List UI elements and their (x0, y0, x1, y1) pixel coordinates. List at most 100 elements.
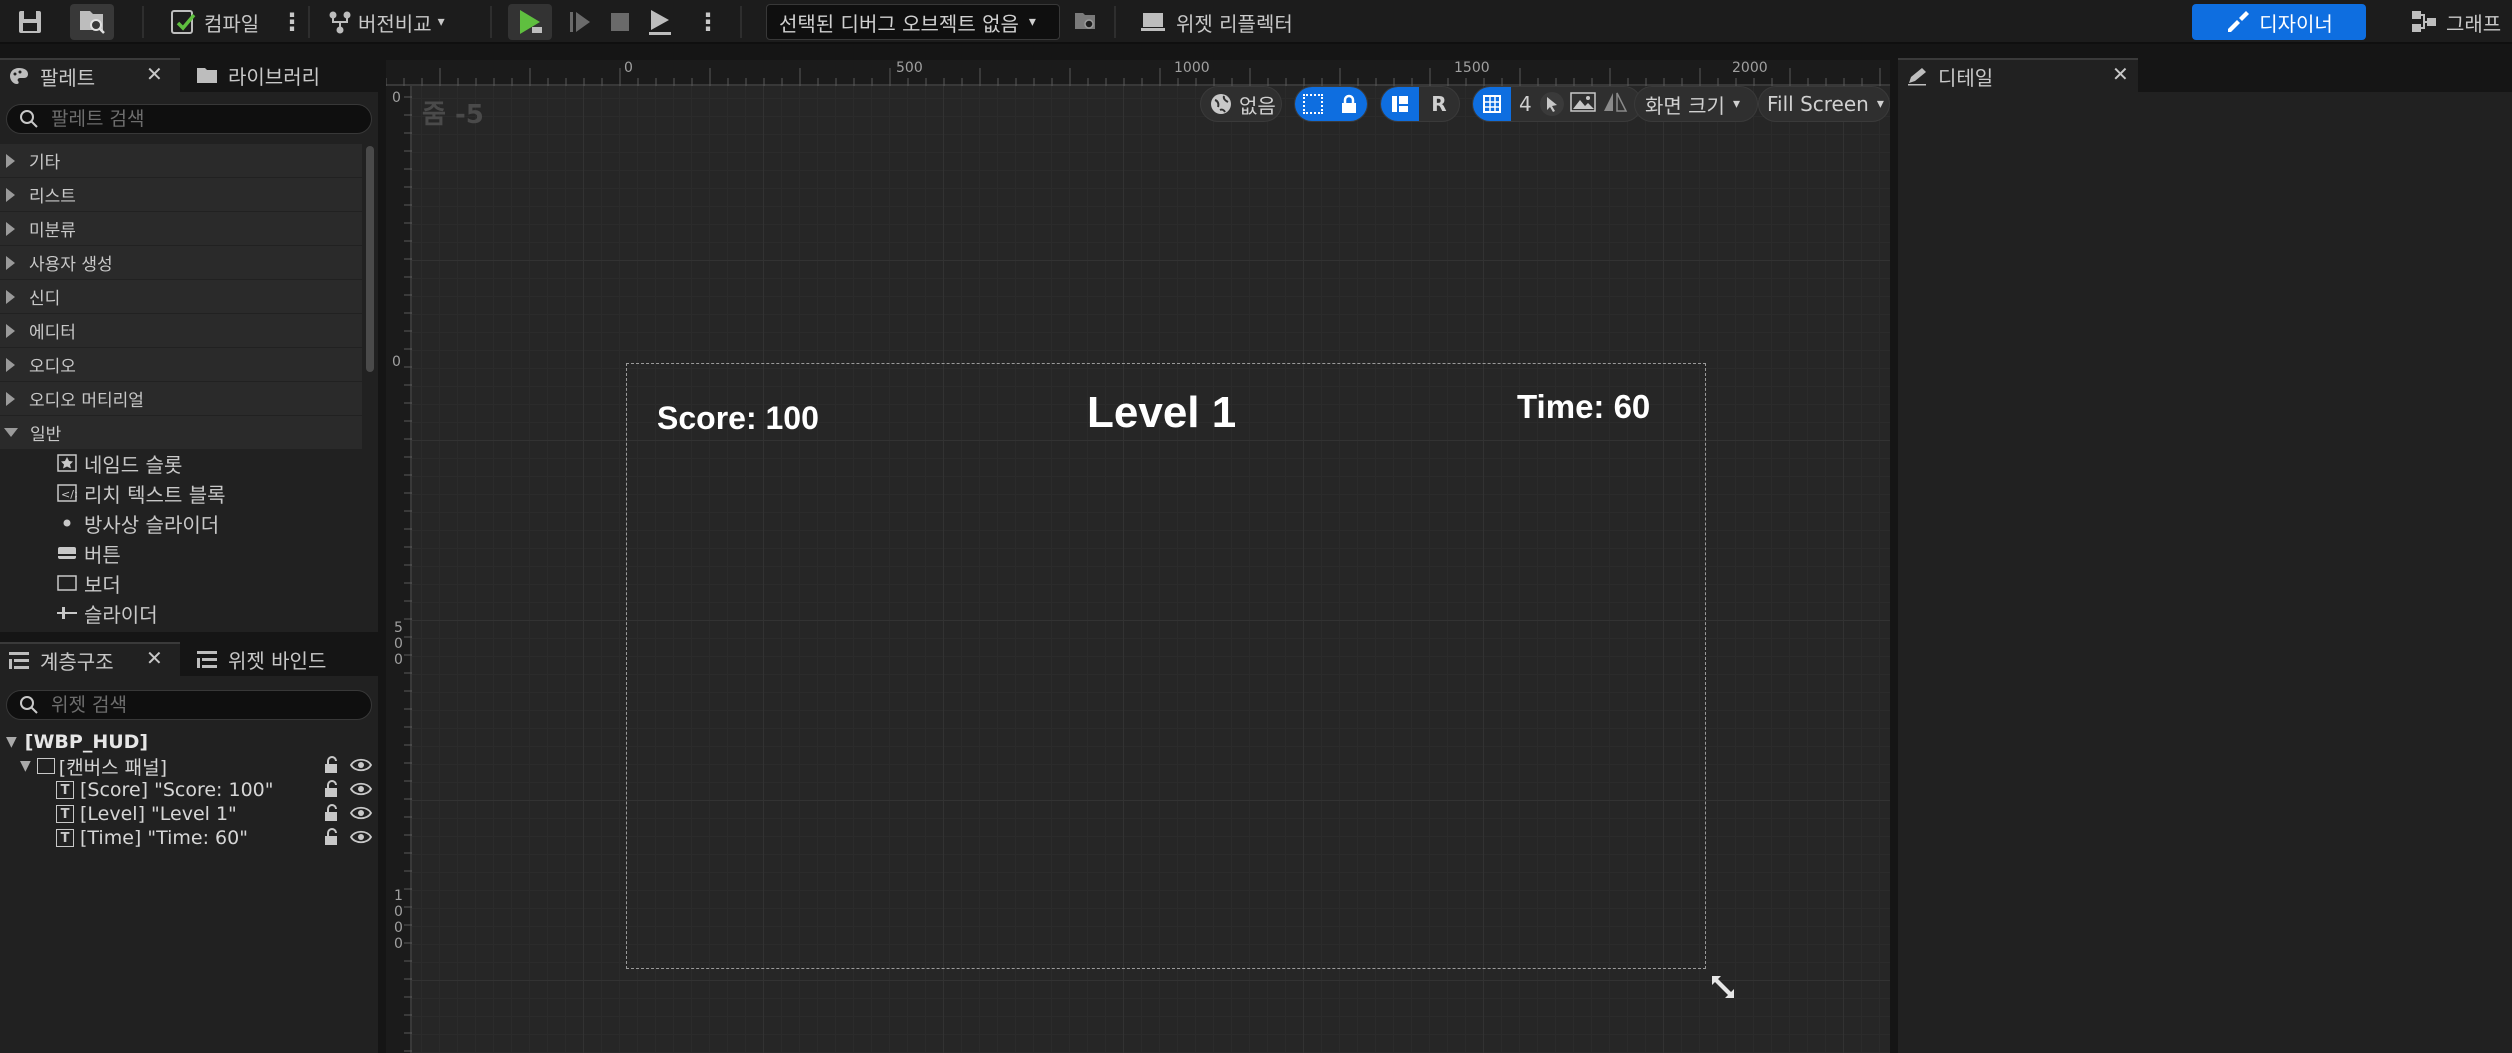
grid-snap-group[interactable]: 4 (1472, 86, 1642, 122)
save-icon[interactable] (14, 6, 46, 38)
diff-icon (329, 11, 351, 34)
browse-asset-icon[interactable] (70, 4, 114, 40)
widget-search-field[interactable] (6, 690, 372, 720)
lock-icon[interactable] (322, 780, 340, 802)
palette-category[interactable]: 미분류 (0, 212, 362, 245)
tab-bindings[interactable]: 위젯 바인드 (188, 642, 378, 676)
chevron-down-icon: ▾ (437, 14, 445, 30)
cursor-icon[interactable] (1539, 92, 1564, 116)
palette-category[interactable]: 일반 (0, 416, 362, 449)
graph-mode-button[interactable]: 그래프 (2410, 0, 2501, 44)
details-tab-label: 디테일 (1938, 65, 1994, 90)
slider-widget-icon (56, 604, 78, 622)
lock-icon[interactable] (322, 756, 340, 778)
resize-handle-icon[interactable] (1708, 972, 1738, 1006)
tree-row-time[interactable]: T [Time] "Time: 60" (56, 826, 248, 850)
widget-search-input[interactable] (51, 694, 371, 716)
palette-item-slider[interactable]: 슬라이더 (56, 598, 158, 628)
eject-play-icon[interactable] (642, 6, 680, 38)
category-label: 오디오 머티리얼 (29, 391, 144, 411)
widget-reflector-label: 위젯 리플렉터 (1176, 11, 1293, 36)
play-options-icon[interactable]: ⋮ (696, 0, 720, 44)
palette-item-border[interactable]: 보더 (56, 568, 121, 598)
palette-item-named-slot[interactable]: 네임드 슬롯 (56, 448, 182, 478)
grid-snap-icon (1473, 87, 1511, 121)
root-label: [WBP_HUD] (24, 731, 149, 753)
tree-row-level[interactable]: T [Level] "Level 1" (56, 802, 237, 826)
item-label: 네임드 슬롯 (84, 452, 183, 477)
folder-icon (197, 68, 217, 83)
r-toggle[interactable]: R (1419, 92, 1459, 116)
close-icon[interactable]: ✕ (146, 62, 163, 86)
palette-search-field[interactable] (6, 104, 372, 134)
tab-details[interactable]: 디테일 (1898, 58, 2138, 92)
hierarchy-icon (9, 652, 29, 669)
palette-category[interactable]: 사용자 생성 (0, 246, 362, 279)
layout-toggle-group[interactable]: R (1380, 86, 1460, 122)
tree-row-score[interactable]: T [Score] "Score: 100" (56, 778, 273, 802)
play-button[interactable] (508, 4, 552, 40)
visibility-eye-icon[interactable] (349, 756, 373, 778)
palette-category[interactable]: 신디 (0, 280, 362, 313)
hud-canvas-bounds[interactable]: Score: 100 Level 1 Time: 60 (626, 363, 1706, 969)
score-text[interactable]: Score: 100 (657, 400, 819, 437)
category-label: 신디 (29, 289, 61, 309)
tab-library[interactable]: 라이브러리 (188, 58, 378, 92)
debug-browse-icon[interactable] (1068, 6, 1102, 38)
graph-icon (2412, 11, 2436, 32)
palette-item-rich-text-block[interactable]: </> 리치 텍스트 블록 (56, 478, 226, 508)
text-widget-icon: T (56, 829, 74, 847)
visibility-eye-icon[interactable] (349, 828, 373, 850)
tree-root[interactable]: ▼ [WBP_HUD] (6, 730, 148, 754)
tree-canvas-panel[interactable]: ▼ [캔버스 패널] (20, 754, 167, 779)
compile-button[interactable]: 컴파일 (168, 0, 259, 44)
palette-item-radial-slider[interactable]: 방사상 슬라이더 (56, 508, 219, 538)
palette-category[interactable]: 기타 (0, 144, 362, 177)
row-label: [Level] "Level 1" (80, 803, 237, 825)
collapse-arrow-icon: ▼ (20, 758, 31, 774)
level-text[interactable]: Level 1 (1087, 388, 1236, 438)
screen-size-dropdown[interactable]: 화면 크기 ▾ (1634, 86, 1758, 122)
panel-divider[interactable] (1890, 44, 1898, 1053)
visibility-eye-icon[interactable] (349, 804, 373, 826)
palette-category[interactable]: 오디오 머티리얼 (0, 382, 362, 415)
diff-label: 버전비교 (358, 11, 432, 36)
visibility-eye-icon[interactable] (349, 780, 373, 802)
compile-options-icon[interactable]: ⋮ (280, 0, 304, 44)
row-label: [Time] "Time: 60" (80, 827, 248, 849)
palette-scrollbar[interactable] (366, 146, 374, 372)
play-icon (520, 10, 542, 34)
compile-check-icon (171, 10, 196, 34)
vertical-ruler: 0 0 5 0 0 1 0 0 0 (386, 86, 412, 1053)
palette-category[interactable]: 에디터 (0, 314, 362, 347)
category-label: 미분류 (29, 221, 76, 241)
fill-mode-dropdown[interactable]: Fill Screen ▾ (1758, 86, 1890, 122)
palette-search-input[interactable] (51, 108, 371, 130)
palette-category[interactable]: 리스트 (0, 178, 362, 211)
designer-canvas[interactable]: 줌 -5 없음 R 4 화면 크기 ▾ Fill Screen ▾ Score:… (412, 86, 1890, 1053)
advance-frame-icon[interactable] (560, 6, 598, 38)
lock-icon[interactable] (322, 804, 340, 826)
lock-icon[interactable] (322, 828, 340, 850)
ruler-label: 5 0 0 (394, 620, 403, 668)
time-text[interactable]: Time: 60 (1517, 388, 1650, 426)
close-icon[interactable]: ✕ (146, 646, 163, 670)
world-selector[interactable]: 없음 (1200, 86, 1282, 122)
palette-tabbar: 팔레트 ✕ 라이브러리 (0, 58, 378, 92)
palette-category[interactable]: 오디오 (0, 348, 362, 381)
designer-mode-button[interactable]: 디자이너 (2192, 4, 2366, 40)
background-image-icon[interactable] (1569, 91, 1596, 117)
widget-reflector-button[interactable]: 위젯 리플렉터 (1140, 0, 1293, 44)
flip-icon[interactable] (1602, 91, 1628, 118)
debug-object-dropdown[interactable]: 선택된 디버그 오브젝트 없음 ▾ (766, 4, 1060, 40)
item-label: 리치 텍스트 블록 (84, 482, 226, 507)
close-icon[interactable]: ✕ (2112, 62, 2129, 86)
row-label: [Score] "Score: 100" (80, 779, 274, 801)
diff-button[interactable]: 버전비교 ▾ (326, 0, 445, 44)
pencil-icon (1908, 68, 1926, 86)
respect-locks-toggle[interactable] (1294, 86, 1368, 122)
item-label: 버튼 (84, 542, 121, 567)
stop-icon[interactable] (602, 6, 638, 38)
palette-item-button[interactable]: 버튼 (56, 538, 121, 568)
globe-icon (1211, 94, 1231, 114)
